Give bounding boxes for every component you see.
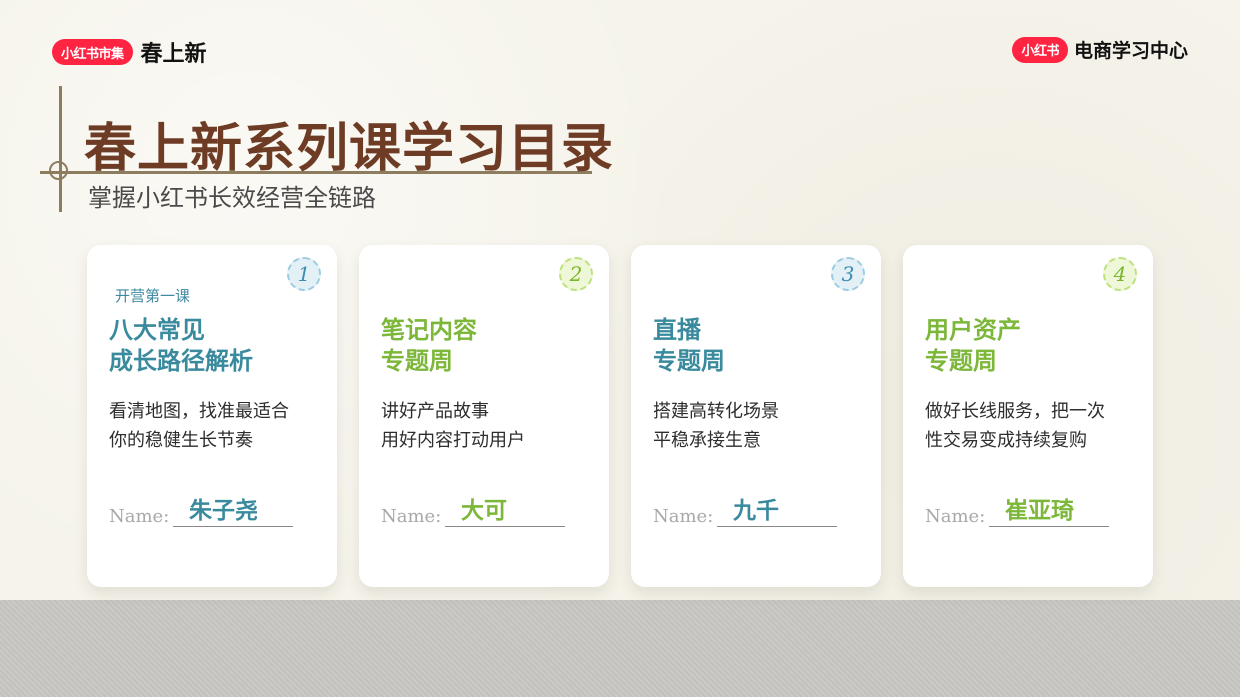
name-underline — [173, 526, 293, 527]
number-badge: 2 — [559, 257, 593, 291]
page-title: 春上新系列课学习目录 — [84, 119, 615, 179]
course-card-4: 4 用户资产 专题周 做好长线服务，把一次 性交易变成持续复购 Name: 崔亚… — [903, 245, 1153, 587]
name-row: Name: 九千 — [653, 495, 839, 527]
brand-left-logo: 小红书市集 — [52, 39, 133, 65]
card-desc-line2: 用好内容打动用户 — [381, 430, 525, 451]
course-card-2: 2 笔记内容 专题周 讲好产品故事 用好内容打动用户 Name: 大可 — [359, 245, 609, 587]
name-label: Name: — [109, 506, 170, 527]
card-title: 用户资产 专题周 — [925, 315, 1021, 377]
number-badge: 3 — [831, 257, 865, 291]
card-description: 看清地图，找准最适合 你的稳健生长节奏 — [109, 397, 289, 455]
card-desc-line1: 讲好产品故事 — [381, 401, 489, 422]
card-desc-line2: 平稳承接生意 — [653, 430, 761, 451]
card-title-line1: 笔记内容 — [381, 316, 477, 344]
number-badge: 4 — [1103, 257, 1137, 291]
card-title: 八大常见 成长路径解析 — [109, 315, 253, 377]
card-title-line2: 专题周 — [925, 347, 997, 375]
page-subtitle: 掌握小红书长效经营全链路 — [88, 184, 376, 212]
card-title: 直播 专题周 — [653, 315, 725, 377]
name-underline — [717, 526, 837, 527]
name-label: Name: — [925, 506, 986, 527]
card-title-line1: 直播 — [653, 316, 701, 344]
brand-left-text: 春上新 — [140, 42, 207, 67]
card-title: 笔记内容 专题周 — [381, 315, 477, 377]
card-title-line1: 八大常见 — [109, 316, 205, 344]
card-desc-line1: 搭建高转化场景 — [653, 401, 779, 422]
card-description: 搭建高转化场景 平稳承接生意 — [653, 397, 779, 455]
course-card-1: 1 开营第一课 八大常见 成长路径解析 看清地图，找准最适合 你的稳健生长节奏 … — [87, 245, 337, 587]
number-badge: 1 — [287, 257, 321, 291]
name-underline — [989, 526, 1109, 527]
name-row: Name: 大可 — [381, 495, 567, 527]
instructor-name: 朱子尧 — [189, 498, 258, 524]
card-desc-line1: 看清地图，找准最适合 — [109, 401, 289, 422]
card-description: 做好长线服务，把一次 性交易变成持续复购 — [925, 397, 1105, 455]
card-title-line1: 用户资产 — [925, 316, 1021, 344]
instructor-name: 大可 — [461, 498, 507, 524]
card-desc-line2: 性交易变成持续复购 — [925, 430, 1087, 451]
title-vertical-rule — [59, 86, 62, 212]
card-title-line2: 专题周 — [653, 347, 725, 375]
background-floor — [0, 600, 1240, 697]
card-tag: 开营第一课 — [115, 287, 191, 305]
brand-right-logo: 小红书 — [1012, 36, 1068, 63]
name-label: Name: — [653, 506, 714, 527]
instructor-name: 崔亚琦 — [1005, 498, 1074, 524]
name-row: Name: 崔亚琦 — [925, 495, 1111, 527]
brand-left: 小红书市集 春上新 — [52, 36, 207, 68]
brand-right: 小红书 电商学习中心 — [1012, 36, 1188, 63]
card-description: 讲好产品故事 用好内容打动用户 — [381, 397, 525, 455]
brand-right-text: 电商学习中心 — [1073, 40, 1188, 62]
name-underline — [445, 526, 565, 527]
name-row: Name: 朱子尧 — [109, 495, 295, 527]
name-label: Name: — [381, 506, 442, 527]
crosshair-ornament — [49, 161, 68, 180]
card-desc-line1: 做好长线服务，把一次 — [925, 401, 1105, 422]
course-card-3: 3 直播 专题周 搭建高转化场景 平稳承接生意 Name: 九千 — [631, 245, 881, 587]
card-title-line2: 成长路径解析 — [109, 347, 253, 375]
card-title-line2: 专题周 — [381, 347, 453, 375]
card-desc-line2: 你的稳健生长节奏 — [109, 430, 253, 451]
instructor-name: 九千 — [733, 498, 779, 524]
